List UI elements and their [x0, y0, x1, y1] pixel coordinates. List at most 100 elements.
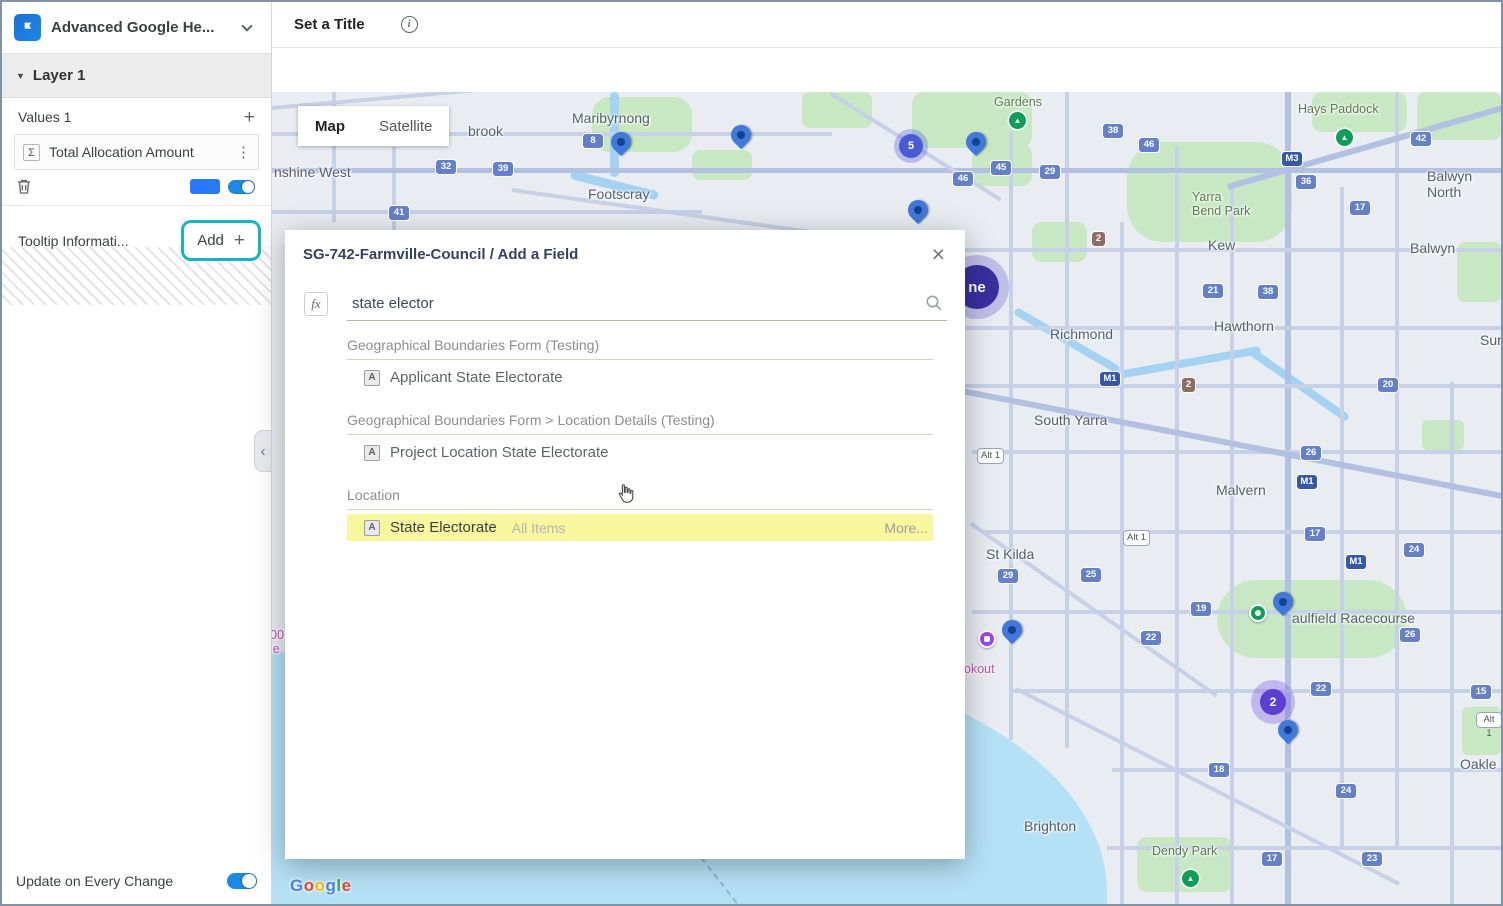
road [982, 530, 1501, 534]
map-pin-pin[interactable] [1274, 716, 1302, 744]
group-header: Geographical Boundaries Form (Testing) [347, 328, 933, 360]
map-pin-purple-dot[interactable] [978, 630, 996, 648]
tooltip-add-button[interactable]: Add + [181, 220, 261, 261]
map-type-control: Map Satellite [298, 106, 449, 146]
update-on-change-toggle[interactable] [227, 873, 257, 889]
search-input[interactable] [347, 295, 925, 312]
map-label: St Kilda [986, 546, 1034, 562]
route-badge: 2 [1092, 232, 1105, 246]
chevron-down-icon[interactable] [241, 20, 252, 31]
route-badge: 20 [1378, 378, 1398, 392]
road [392, 147, 396, 237]
layer-visibility-toggle[interactable] [228, 180, 255, 194]
map-label: Oakle [1460, 756, 1497, 772]
road [972, 450, 1501, 454]
main-topbar: Set a Title i [272, 2, 1501, 48]
map-label: Malvern [1216, 482, 1266, 498]
map-button[interactable]: Map [298, 106, 362, 146]
page-title[interactable]: Set a Title [294, 16, 365, 33]
route-badge: 2 [1182, 378, 1195, 392]
map-label: Footscray [588, 186, 649, 202]
route-badge: 26 [1400, 628, 1420, 642]
map-cluster-marker[interactable]: 5 [899, 134, 923, 158]
add-field-dialog: SG-742-Farmville-Council / Add a Field ×… [285, 230, 965, 859]
more-link[interactable]: More... [884, 520, 933, 536]
route-badge: 24 [1404, 543, 1424, 557]
map-label: okout [964, 662, 995, 676]
park-area [692, 150, 752, 180]
text-field-icon: A [364, 445, 380, 461]
map-cluster-marker[interactable]: 2 [1260, 689, 1286, 715]
value-field-card[interactable]: Σ Total Allocation Amount ⋮ [14, 134, 259, 170]
value-field-label: Total Allocation Amount [49, 143, 227, 161]
field-result-label: Applicant State Electorate [390, 369, 563, 386]
route-badge: 21 [1203, 284, 1223, 298]
road [1009, 132, 1013, 740]
route-badge: 17 [1305, 527, 1325, 541]
route-badge: M1 [1346, 555, 1366, 569]
map-pin-pin[interactable] [998, 616, 1026, 644]
road [1285, 92, 1291, 904]
map-pin-pin[interactable] [904, 196, 932, 224]
app-header: Advanced Google He... [2, 2, 271, 54]
sidebar: Advanced Google He... ▼ Layer 1 Values 1… [2, 2, 272, 904]
field-result-label: Project Location State Electorate [390, 444, 608, 461]
map-label: Gardens [994, 95, 1042, 109]
map-label: Yarra Bend Park [1192, 190, 1250, 219]
text-field-icon: A [364, 370, 380, 386]
park-area [1032, 222, 1087, 262]
field-result-item[interactable]: A Applicant State Electorate [347, 364, 933, 391]
map-pin-pin[interactable] [727, 121, 755, 149]
route-badge: 36 [1296, 175, 1316, 189]
route-badge: 8 [583, 134, 603, 148]
route-badge: 18 [1209, 763, 1229, 777]
road [1120, 222, 1124, 904]
group-header: Geographical Boundaries Form > Location … [347, 403, 933, 435]
map-label: Balwyn [1410, 240, 1455, 256]
map-label: Maribyrnong [572, 110, 650, 126]
add-button-label: Add [197, 232, 224, 249]
route-badge: 38 [1103, 124, 1123, 138]
satellite-button[interactable]: Satellite [362, 106, 449, 146]
map-label: brook [468, 123, 503, 139]
close-icon[interactable]: × [926, 239, 951, 270]
map-label: Hawthorn [1214, 318, 1274, 334]
add-value-button[interactable]: + [244, 108, 255, 127]
field-result-item[interactable]: A Project Location State Electorate [347, 439, 933, 466]
map-pin-green-dot[interactable] [1249, 604, 1267, 622]
route-badge: 32 [436, 160, 456, 174]
route-badge: 29 [1040, 165, 1060, 179]
map-label: Brighton [1024, 818, 1076, 834]
info-icon[interactable]: i [401, 16, 418, 33]
sigma-icon: Σ [23, 144, 40, 161]
app-window: Advanced Google He... ▼ Layer 1 Values 1… [0, 0, 1503, 906]
route-badge: 25 [1081, 568, 1101, 582]
update-label: Update on Every Change [16, 873, 173, 889]
map-label: Dendy Park [1152, 844, 1217, 858]
google-logo[interactable]: Google [290, 876, 352, 896]
formula-fx-button[interactable]: fx [304, 292, 328, 316]
map-label: aulfield Racecourse [1292, 610, 1415, 626]
layer-header[interactable]: ▼ Layer 1 [2, 54, 271, 98]
map-pin-tree[interactable]: ▲ [1336, 129, 1353, 146]
route-badge: 39 [493, 162, 513, 176]
app-logo-icon [14, 14, 41, 41]
dialog-title: SG-742-Farmville-Council / Add a Field [303, 246, 578, 263]
route-badge: 19 [1191, 602, 1211, 616]
road [1112, 346, 1261, 380]
road [972, 610, 1501, 614]
route-badge: 15 [1471, 685, 1491, 699]
sidebar-collapse-handle[interactable]: ‹ [254, 430, 271, 472]
collapse-triangle-icon: ▼ [16, 71, 25, 81]
layer-color-swatch[interactable] [190, 179, 220, 194]
map-pin-tree[interactable]: ▲ [1182, 870, 1199, 887]
field-menu-icon[interactable]: ⋮ [236, 143, 250, 161]
trash-icon[interactable] [16, 178, 32, 195]
route-badge: Alt 1 [978, 449, 1003, 463]
map-pin-tree[interactable]: ▲ [1009, 112, 1026, 129]
road [1175, 147, 1179, 904]
field-result-item-highlighted[interactable]: A State Electorate All Items More... [347, 514, 933, 541]
route-badge: 22 [1141, 631, 1161, 645]
map-label: South Yarra [1034, 412, 1107, 428]
app-title[interactable]: Advanced Google He... [51, 19, 233, 36]
